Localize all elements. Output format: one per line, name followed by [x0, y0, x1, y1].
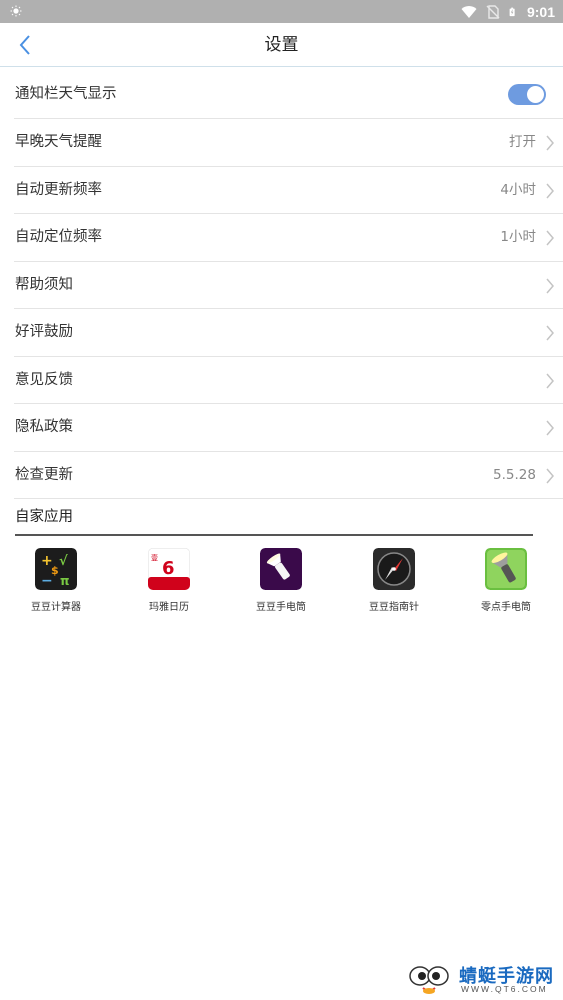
chevron-right-icon — [546, 420, 554, 436]
chevron-right-icon — [546, 135, 554, 151]
setting-value: 打开 — [509, 134, 536, 150]
chevron-right-icon — [546, 373, 554, 388]
status-bar: 9:01 — [0, 0, 563, 23]
setting-label: 自动更新频率 — [15, 181, 102, 198]
setting-value: 1小时 — [500, 229, 536, 245]
setting-value: 4小时 — [500, 181, 536, 198]
app-item-flashlight-green[interactable]: 零点手电筒 — [461, 548, 551, 613]
app-label: 零点手电筒 — [481, 602, 531, 613]
setting-feedback[interactable]: 意见反馈 — [14, 357, 563, 404]
settings-list: 通知栏天气显示 早晚天气提醒 打开 自动更新频率 4小时 自动定位频率 1小时 … — [0, 71, 563, 499]
page-title: 设置 — [264, 35, 299, 55]
setting-auto-update-frequency[interactable]: 自动更新频率 4小时 — [14, 167, 563, 214]
app-label: 豆豆手电筒 — [256, 602, 306, 613]
app-item-calendar[interactable]: 6 壹 玛雅日历 — [124, 548, 214, 613]
toggle-knob — [527, 86, 544, 103]
setting-label: 通知栏天气显示 — [15, 86, 117, 102]
watermark: 蜻蜓手游网 WWW.QT6.COM — [407, 960, 557, 998]
setting-label: 意见反馈 — [15, 371, 73, 388]
own-apps-section: 自家应用 + √ $ − π 豆豆计算器 6 壹 玛雅日历 豆豆手电筒 豆豆指南… — [0, 500, 563, 613]
status-time: 9:01 — [526, 3, 555, 20]
chevron-right-icon — [546, 325, 554, 341]
setting-rate-us[interactable]: 好评鼓励 — [14, 309, 563, 357]
flashlight-icon — [260, 548, 302, 590]
setting-notification-weather[interactable]: 通知栏天气显示 — [14, 71, 563, 119]
chevron-right-icon — [546, 278, 554, 293]
svg-text:6: 6 — [162, 558, 175, 579]
svg-text:√: √ — [59, 554, 68, 569]
app-label: 豆豆计算器 — [31, 602, 81, 613]
svg-text:壹: 壹 — [151, 553, 158, 562]
app-label: 豆豆指南针 — [369, 602, 419, 613]
setting-value: 5.5.28 — [493, 466, 536, 483]
app-item-flashlight[interactable]: 豆豆手电筒 — [236, 548, 326, 613]
svg-text:−: − — [41, 573, 53, 589]
notification-weather-toggle[interactable] — [508, 84, 546, 105]
own-apps-title: 自家应用 — [15, 500, 533, 536]
app-item-compass[interactable]: 豆豆指南针 — [349, 548, 439, 613]
flashlight-green-icon — [485, 548, 527, 590]
title-bar: 设置 — [0, 23, 563, 67]
app-label: 玛雅日历 — [149, 602, 189, 613]
setting-label: 早晚天气提醒 — [15, 134, 102, 150]
setting-label: 检查更新 — [15, 466, 73, 483]
compass-icon — [373, 548, 415, 590]
setting-auto-location-frequency[interactable]: 自动定位频率 1小时 — [14, 214, 563, 262]
setting-help[interactable]: 帮助须知 — [14, 262, 563, 309]
setting-label: 自动定位频率 — [15, 229, 102, 245]
setting-morning-evening-reminder[interactable]: 早晚天气提醒 打开 — [14, 119, 563, 167]
chevron-right-icon — [546, 230, 554, 246]
setting-check-update[interactable]: 检查更新 5.5.28 — [14, 452, 563, 499]
setting-label: 好评鼓励 — [15, 324, 73, 340]
calendar-icon: 6 壹 — [148, 548, 190, 590]
chevron-right-icon — [546, 183, 554, 198]
no-sim-icon — [486, 4, 500, 19]
setting-label: 帮助须知 — [15, 276, 73, 293]
battery-icon — [509, 7, 515, 16]
dragonfly-logo-icon — [409, 966, 449, 994]
calculator-icon: + √ $ − π — [35, 548, 77, 590]
wifi-icon — [461, 5, 477, 18]
brightness-icon — [10, 5, 22, 17]
setting-privacy-policy[interactable]: 隐私政策 — [14, 404, 563, 452]
svg-text:π: π — [60, 574, 70, 588]
setting-label: 隐私政策 — [15, 419, 73, 435]
chevron-right-icon — [546, 468, 554, 483]
app-item-calculator[interactable]: + √ $ − π 豆豆计算器 — [11, 548, 101, 613]
watermark-url: WWW.QT6.COM — [461, 984, 548, 994]
